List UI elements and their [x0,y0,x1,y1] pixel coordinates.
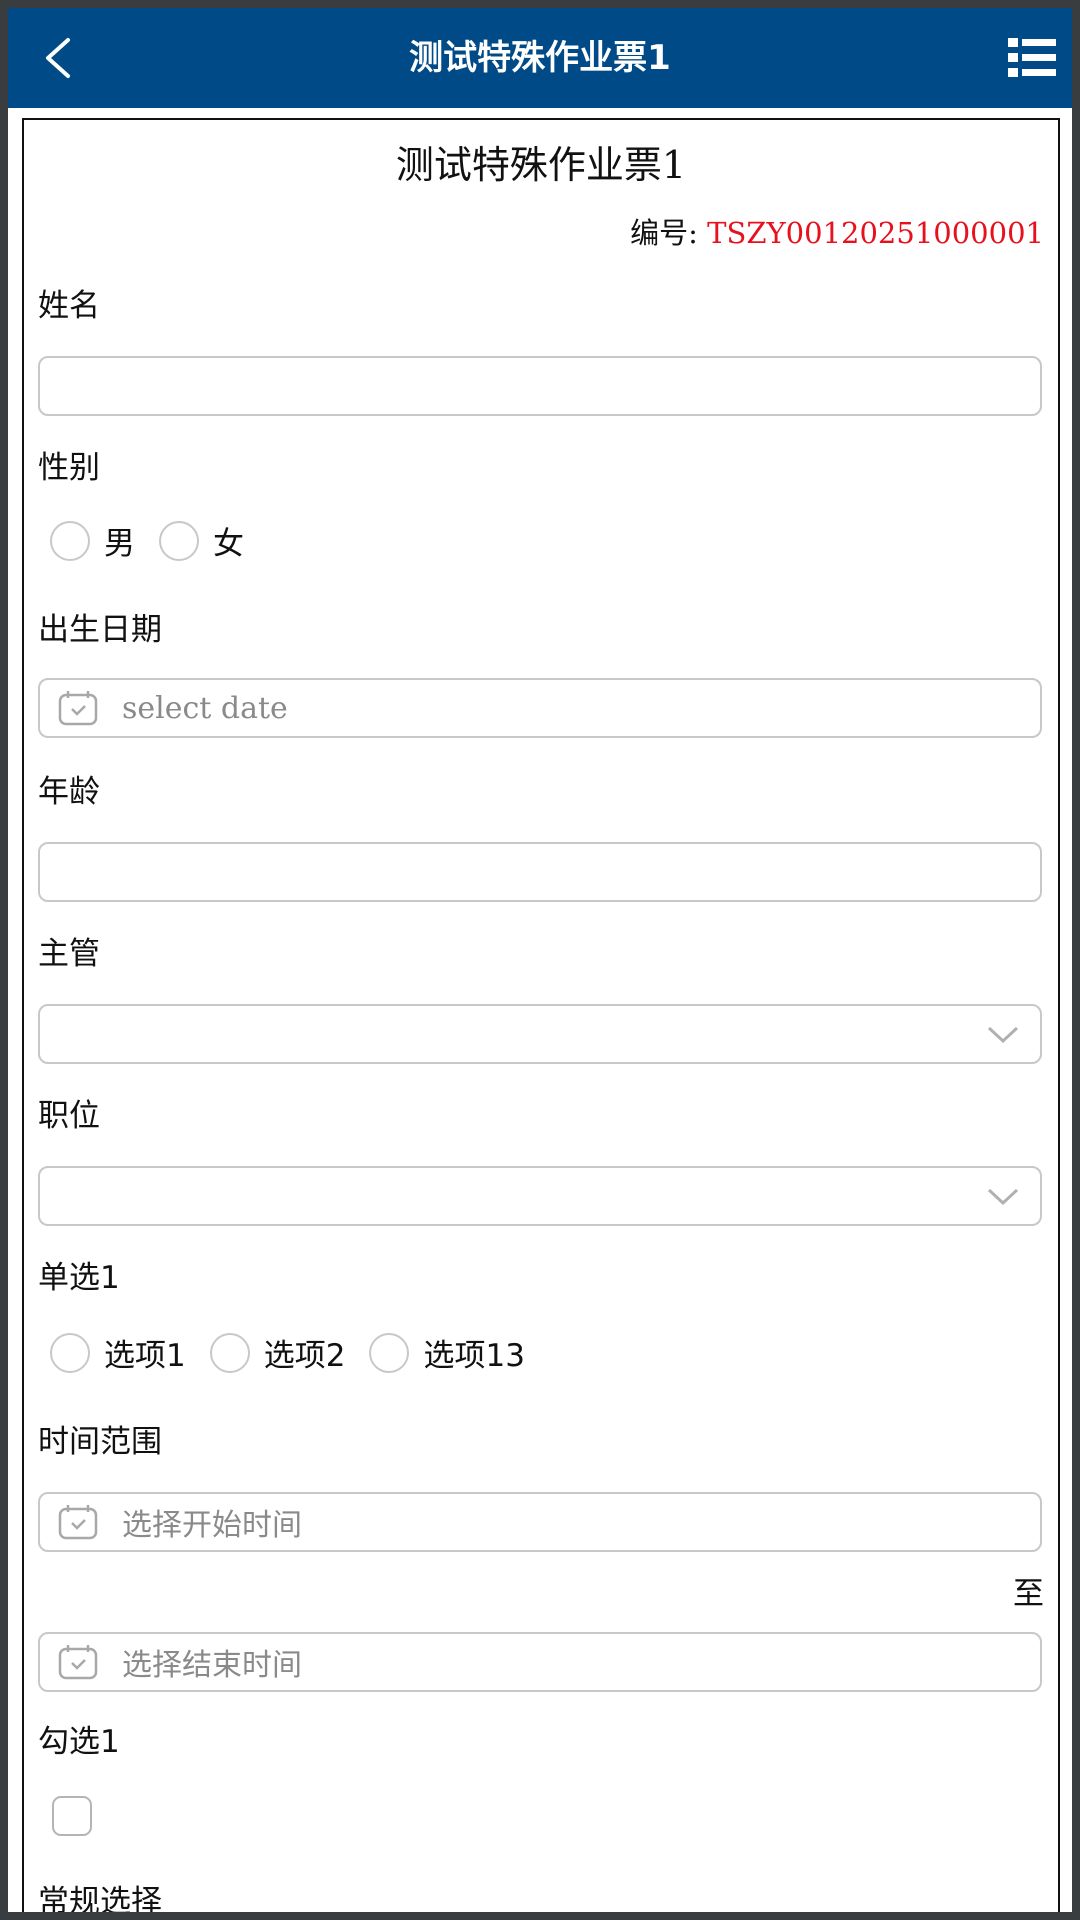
page-title: 测试特殊作业票1 [409,38,671,78]
list-menu-icon [1008,38,1056,77]
radio-label: 选项1 [104,1338,186,1374]
birth-date-placeholder: select date [122,690,288,726]
supervisor-label: 主管 [38,936,100,972]
birth-date-input[interactable]: select date [38,678,1042,738]
menu-button[interactable] [1006,36,1058,80]
age-input[interactable] [38,842,1042,902]
gender-label: 性别 [38,450,100,486]
radio-circle[interactable] [50,520,90,561]
end-time-input[interactable]: 选择结束时间 [38,1632,1042,1692]
single-choice-radio-group: 选项1 选项2 选项13 [50,1330,549,1375]
time-range-label: 时间范围 [38,1424,162,1460]
radio-circle[interactable] [159,520,199,561]
top-bar: 测试特殊作业票1 [8,8,1072,108]
single-choice-option-2[interactable]: 选项2 [209,1330,346,1375]
chevron-left-icon [46,38,70,78]
regular-select-label: 常规选择 [38,1884,162,1912]
radio-label: 选项2 [263,1338,346,1374]
position-label: 职位 [38,1098,100,1134]
radio-circle[interactable] [50,1332,90,1373]
gender-option-male[interactable]: 男 [50,518,135,563]
radio-label: 选项13 [423,1338,525,1374]
radio-circle[interactable] [369,1332,410,1373]
single-choice-label: 单选1 [38,1260,120,1296]
supervisor-select[interactable] [38,1004,1042,1064]
calendar-icon [58,1505,98,1540]
radio-circle[interactable] [209,1332,250,1373]
chevron-down-icon [987,1026,1019,1044]
checkbox-1[interactable] [52,1796,92,1836]
birth-date-label: 出生日期 [38,612,162,648]
start-time-placeholder: 选择开始时间 [122,1508,302,1543]
form-sheet: 测试特殊作业票1 编号: TSZY00120251000001 姓名 性别 男 … [22,118,1060,1912]
gender-radio-group: 男 女 [50,518,268,563]
code-value: TSZY00120251000001 [707,216,1044,250]
single-choice-option-3[interactable]: 选项13 [369,1330,525,1375]
single-choice-option-1[interactable]: 选项1 [50,1330,186,1375]
code-row: 编号: TSZY00120251000001 [630,210,1044,252]
end-time-placeholder: 选择结束时间 [122,1648,302,1683]
app-frame: 测试特殊作业票1 测试特殊作业票1 编号: TSZY00120251000001… [8,8,1072,1912]
name-input[interactable] [38,356,1042,416]
checkbox-field-label: 勾选1 [38,1724,120,1760]
back-button[interactable] [30,30,86,86]
chevron-down-icon [987,1188,1019,1206]
range-separator: 至 [1013,1576,1044,1612]
calendar-icon [58,1645,98,1680]
start-time-input[interactable]: 选择开始时间 [38,1492,1042,1552]
calendar-icon [58,691,98,726]
name-label: 姓名 [38,288,100,324]
form-title: 测试特殊作业票1 [395,143,687,187]
age-label: 年龄 [38,774,100,810]
radio-label: 男 [104,526,135,562]
gender-option-female[interactable]: 女 [159,518,244,563]
radio-label: 女 [213,526,244,562]
position-select[interactable] [38,1166,1042,1226]
code-label: 编号: [630,216,708,250]
